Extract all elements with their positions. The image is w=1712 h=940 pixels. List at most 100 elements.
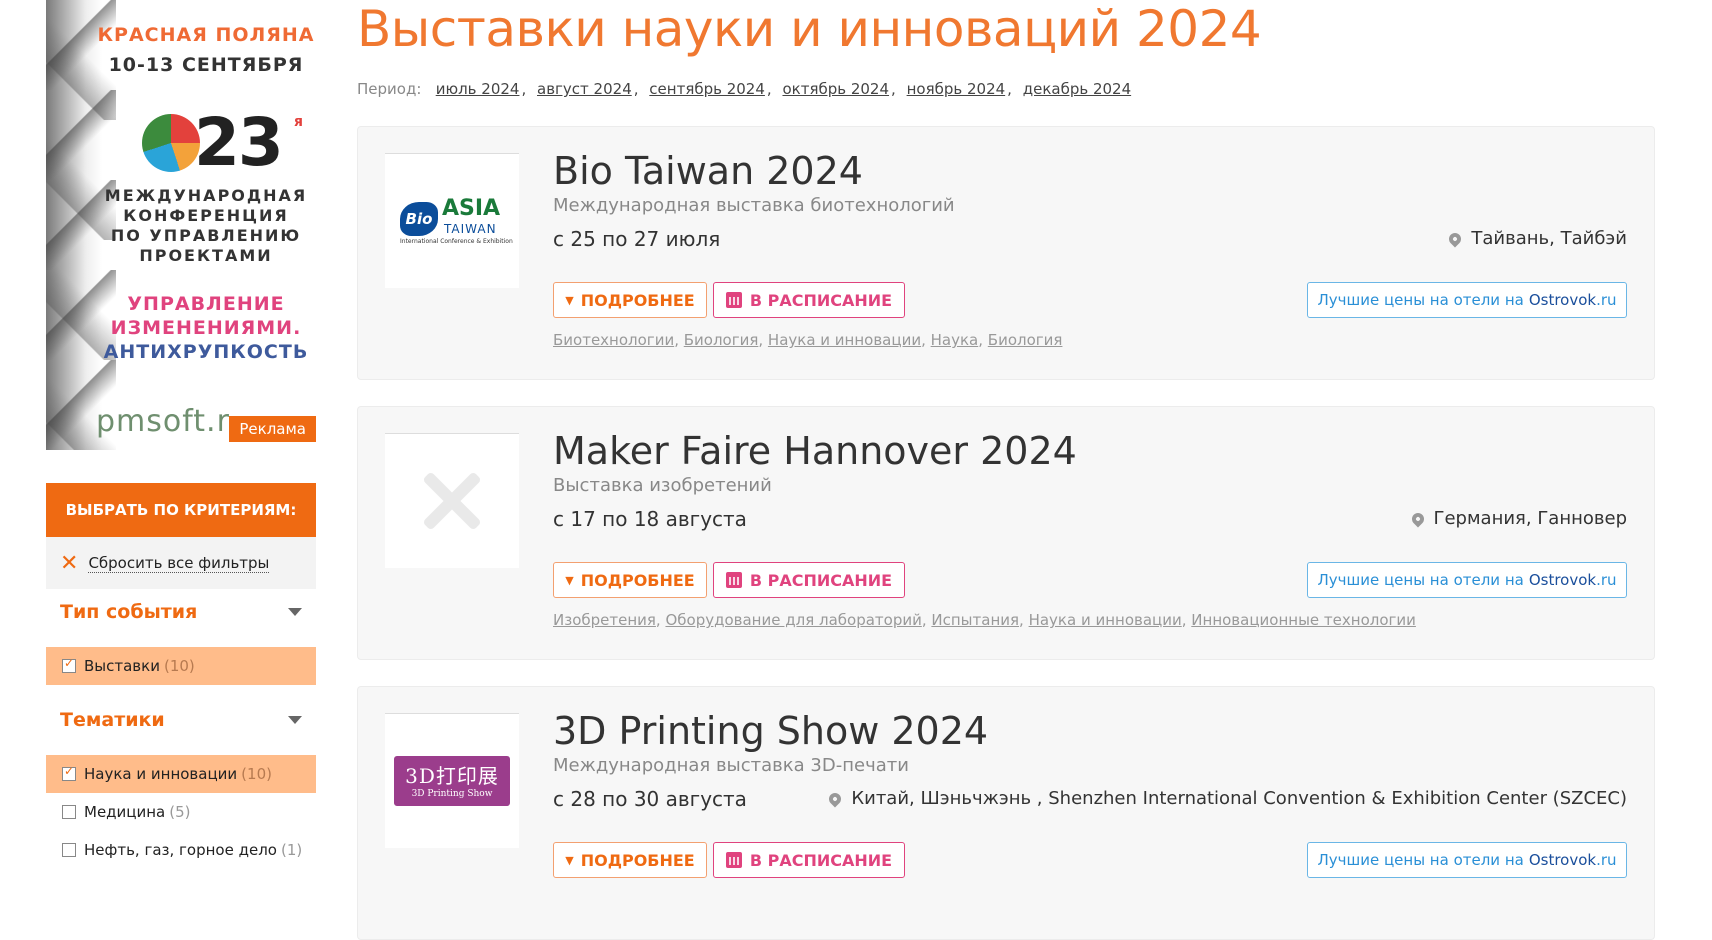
checkbox[interactable] [62, 656, 76, 673]
filter-option-count: (5) [169, 803, 191, 821]
hotel-brand: Ostrovok [1528, 571, 1597, 589]
filter-option-count: (10) [241, 765, 272, 783]
filter-option-count: (1) [280, 841, 303, 859]
tag-link[interactable]: Наука и инновации [768, 331, 921, 349]
event-card: 3D打印展 3D Printing Show 3D Printing Show … [357, 686, 1655, 940]
tag-link[interactable]: Биотехнологии [553, 331, 674, 349]
period-link[interactable]: сентябрь 2024 [649, 80, 765, 98]
map-pin-icon [826, 790, 844, 807]
event-subtitle: Международная выставка биотехнологий [553, 195, 955, 216]
add-to-schedule-button[interactable]: В РАСПИСАНИЕ [713, 282, 905, 318]
calendar-icon [725, 852, 742, 868]
period-link[interactable]: ноябрь 2024 [907, 80, 1006, 98]
hotel-brand-tld: .ru [1596, 571, 1617, 589]
filter-group-event-type[interactable]: Тип события [46, 589, 316, 635]
tag-link[interactable]: Оборудование для лабораторий [665, 611, 921, 629]
separator: , [521, 80, 527, 98]
period-link[interactable]: август 2024 [537, 80, 632, 98]
checkbox[interactable] [62, 843, 76, 857]
event-logo[interactable]: Bio ASIA TAIWAN International Conference… [385, 153, 519, 288]
calendar-icon [725, 572, 742, 588]
add-to-schedule-button[interactable]: В РАСПИСАНИЕ [713, 842, 905, 878]
period-filter: Период: июль 2024, август 2024, сентябрь… [357, 80, 1133, 98]
reset-filters-button[interactable]: ✕ Сбросить все фильтры [46, 537, 316, 589]
filter-option-label: Выставки [84, 657, 160, 675]
event-location-text: Китай, Шэньчжэнь , Shenzhen Internationa… [851, 788, 1627, 809]
event-location: Китай, Шэньчжэнь , Shenzhen Internationa… [826, 788, 1627, 809]
filter-option-science[interactable]: Наука и инновации (10) [46, 755, 316, 793]
ad-conf-line: ПО УПРАВЛЕНИЮ [110, 226, 302, 245]
details-button[interactable]: ▼ ПОДРОБНЕЕ [553, 842, 707, 878]
ad-dates: 10-13 СЕНТЯБРЯ [108, 54, 304, 76]
event-card: Bio ASIA TAIWAN International Conference… [357, 126, 1655, 380]
period-link[interactable]: октябрь 2024 [782, 80, 889, 98]
ad-site: pmsoft.r [96, 404, 230, 439]
logo-text: Bio [400, 202, 438, 236]
chevron-down-icon: ▼ [565, 293, 574, 307]
tag-link[interactable]: Наука и инновации [1029, 611, 1182, 629]
filter-option-oil-gas[interactable]: Нефть, газ, горное дело (1) [46, 831, 316, 869]
ad-conf-line: МЕЖДУНАРОДНАЯ [104, 186, 308, 205]
schedule-button-label: В РАСПИСАНИЕ [749, 850, 893, 870]
filter-option-label: Наука и инновации [84, 765, 238, 783]
details-button-label: ПОДРОБНЕЕ [580, 290, 695, 310]
filter-option-label: Медицина [84, 803, 166, 821]
period-link[interactable]: июль 2024 [436, 80, 520, 98]
add-to-schedule-button[interactable]: В РАСПИСАНИЕ [713, 562, 905, 598]
hotel-brand: Ostrovok [1528, 851, 1597, 869]
filter-group-topics[interactable]: Тематики [46, 697, 316, 743]
event-location-text: Тайвань, Тайбэй [1471, 228, 1627, 249]
tag-link[interactable]: Биология [684, 331, 759, 349]
details-button[interactable]: ▼ ПОДРОБНЕЕ [553, 282, 707, 318]
event-name[interactable]: 3D Printing Show 2024 [553, 709, 988, 753]
tag-link[interactable]: Инновационные технологии [1191, 611, 1416, 629]
tag-link[interactable]: Изобретения [553, 611, 656, 629]
spacer [46, 743, 316, 755]
details-button[interactable]: ▼ ПОДРОБНЕЕ [553, 562, 707, 598]
filter-option-medicine[interactable]: Медицина (5) [46, 793, 316, 831]
maker-faire-logo-icon [412, 461, 492, 541]
tag-link[interactable]: Биология [988, 331, 1063, 349]
hotel-prices-button[interactable]: Лучшие цены на отели на Ostrovok .ru [1307, 562, 1627, 598]
event-dates: с 25 по 27 июля [553, 227, 721, 251]
filter-option-count: (10) [163, 657, 195, 675]
3d-printing-show-logo: 3D打印展 3D Printing Show [394, 756, 510, 806]
ad-slogan-line: УПРАВЛЕНИЕ [127, 293, 285, 315]
event-subtitle: Выставка изобретений [553, 475, 772, 496]
ad-slogan-blue: АНТИХРУПКОСТЬ [103, 341, 309, 363]
event-tags: Изобретения, Оборудование для лаборатори… [553, 611, 1416, 629]
chevron-down-icon: ▼ [565, 573, 574, 587]
checkbox[interactable] [62, 764, 76, 781]
tag-link[interactable]: Испытания [931, 611, 1019, 629]
event-tags: Биотехнологии, Биология, Наука и инновац… [553, 331, 1063, 349]
ad-logo-suffix: я [294, 114, 303, 130]
ad-logo-ball-icon [142, 114, 200, 172]
filter-group-title: Тип события [60, 601, 198, 623]
ad-location: КРАСНАЯ ПОЛЯНА [97, 24, 315, 46]
hotel-brand: Ostrovok [1528, 291, 1597, 309]
event-logo[interactable]: 3D打印展 3D Printing Show [385, 713, 519, 848]
map-pin-icon [1446, 230, 1464, 247]
checkbox[interactable] [62, 805, 76, 819]
separator: , [1007, 80, 1012, 98]
tag-link[interactable]: Наука [931, 331, 979, 349]
details-button-label: ПОДРОБНЕЕ [580, 850, 695, 870]
logo-text: TAIWAN [444, 222, 497, 236]
logo-text: ASIA [442, 196, 501, 221]
details-button-label: ПОДРОБНЕЕ [580, 570, 695, 590]
event-logo[interactable] [385, 433, 519, 568]
chevron-down-icon [288, 716, 302, 724]
event-dates: с 17 по 18 августа [553, 507, 747, 531]
ad-conf-line: ПРОЕКТАМИ [139, 246, 273, 265]
period-link[interactable]: декабрь 2024 [1023, 80, 1131, 98]
logo-text: 3D打印展 [405, 764, 499, 788]
hotel-prices-button[interactable]: Лучшие цены на отели на Ostrovok .ru [1307, 842, 1627, 878]
separator: , [766, 80, 772, 98]
ad-logo: 23 я [142, 104, 316, 181]
ad-banner[interactable]: КРАСНАЯ ПОЛЯНА 10-13 СЕНТЯБРЯ 23 я МЕЖДУ… [46, 0, 316, 450]
event-name[interactable]: Maker Faire Hannover 2024 [553, 429, 1077, 473]
logo-text: International Conference & Exhibition [400, 238, 513, 245]
filter-option-exhibitions[interactable]: Выставки (10) [46, 647, 316, 685]
hotel-prices-button[interactable]: Лучшие цены на отели на Ostrovok .ru [1307, 282, 1627, 318]
event-name[interactable]: Bio Taiwan 2024 [553, 149, 863, 193]
